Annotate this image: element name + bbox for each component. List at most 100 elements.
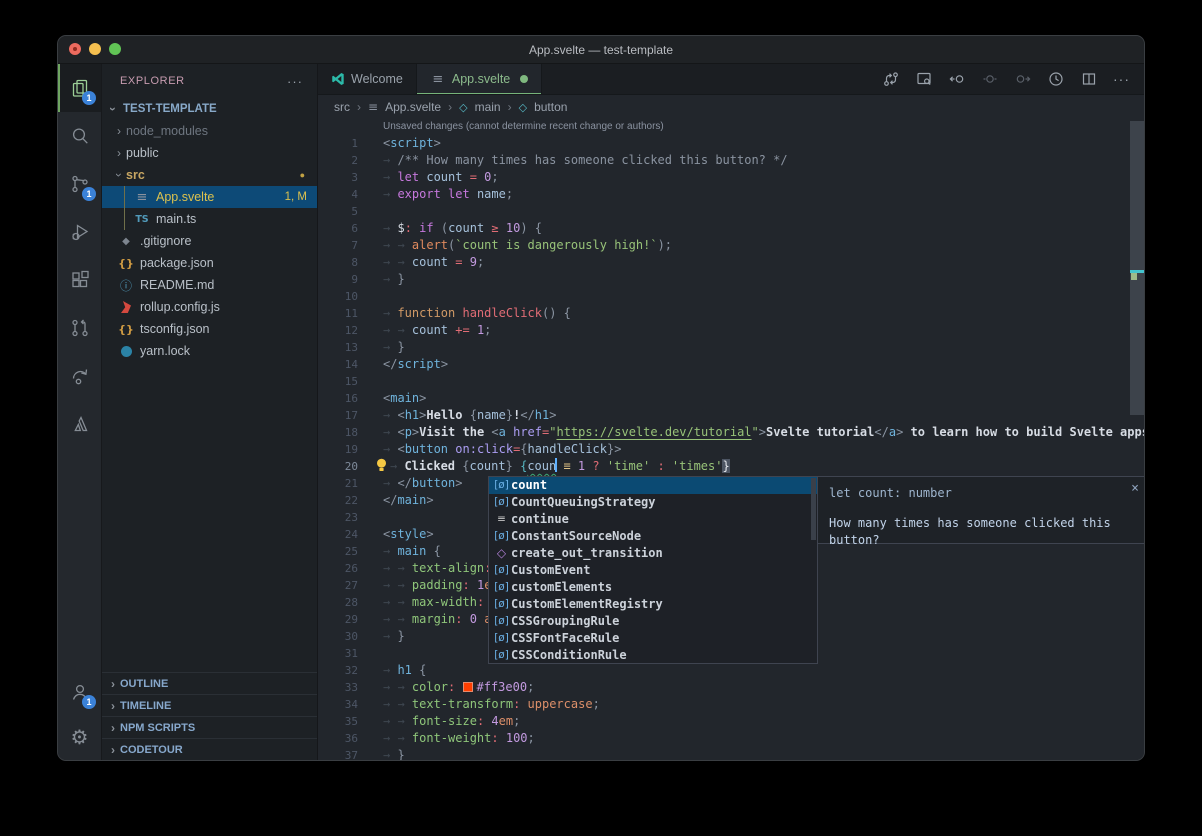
code-line-1[interactable]: 1<script>	[318, 135, 1144, 152]
suggest-item-CSSConditionRule[interactable]: [ø]CSSConditionRule	[489, 647, 817, 664]
breadcrumb-separator: ›	[508, 100, 512, 114]
next-change-icon[interactable]	[1014, 70, 1032, 88]
run-debug-icon[interactable]	[58, 208, 101, 256]
azure-icon[interactable]	[58, 400, 101, 448]
breadcrumb-item-button[interactable]: button	[534, 100, 567, 114]
code-line-7[interactable]: 7→ → alert(`count is dangerously high!`)…	[318, 237, 1144, 254]
suggest-item-CSSFontFaceRule[interactable]: [ø]CSSFontFaceRule	[489, 630, 817, 647]
tree-item-src[interactable]: ›src●	[102, 164, 317, 186]
breadcrumb-item-App.svelte[interactable]: App.svelte	[385, 100, 441, 114]
color-swatch[interactable]	[463, 682, 473, 692]
code-line-10[interactable]: 10	[318, 288, 1144, 305]
code-line-5[interactable]: 5	[318, 203, 1144, 220]
suggest-item-continue[interactable]: ≡continue	[489, 511, 817, 528]
explorer-icon[interactable]: 1	[58, 64, 101, 112]
line-content: → → max-width: 2	[358, 594, 499, 611]
code-line-18[interactable]: 18→ <p>Visit the <a href="https://svelte…	[318, 424, 1144, 441]
codelens-annotation[interactable]: Unsaved changes (cannot determine recent…	[318, 119, 1144, 135]
code-line-12[interactable]: 12→ → count += 1;	[318, 322, 1144, 339]
code-line-35[interactable]: 35→ → font-size: 4em;	[318, 713, 1144, 730]
code-line-2[interactable]: 2→ /** How many times has someone clicke…	[318, 152, 1144, 169]
tree-item-public[interactable]: ›public	[102, 142, 317, 164]
compare-changes-icon[interactable]	[882, 70, 900, 88]
code-line-19[interactable]: 19→ <button on:click={handleClick}>	[318, 441, 1144, 458]
tree-item-node_modules[interactable]: ›node_modules	[102, 120, 317, 142]
tree-item-README.md[interactable]: ⓘREADME.md	[102, 274, 317, 296]
tree-item-App.svelte[interactable]: ≡App.svelte1, M	[102, 186, 317, 208]
current-change-icon[interactable]	[981, 70, 999, 88]
code-line-9[interactable]: 9→ }	[318, 271, 1144, 288]
tree-item-tsconfig.json[interactable]: {}tsconfig.json	[102, 318, 317, 340]
suggest-item-CountQueuingStrategy[interactable]: [ø]CountQueuingStrategy	[489, 494, 817, 511]
github-pr-icon[interactable]	[58, 304, 101, 352]
suggest-item-create_out_transition[interactable]: ◇create_out_transition	[489, 545, 817, 562]
suggest-widget: [ø]count[ø]CountQueuingStrategy≡continue…	[488, 476, 818, 664]
accounts-icon[interactable]: 1	[58, 668, 101, 716]
minimize-window-button[interactable]	[89, 43, 101, 55]
file-history-icon[interactable]	[1047, 70, 1065, 88]
code-line-4[interactable]: 4→ export let name;	[318, 186, 1144, 203]
code-line-16[interactable]: 16<main>	[318, 390, 1144, 407]
lightbulb-icon[interactable]	[375, 458, 390, 472]
tree-item-label: main.ts	[156, 212, 196, 226]
code-line-14[interactable]: 14</script>	[318, 356, 1144, 373]
code-line-33[interactable]: 33→ → color: #ff3e00;	[318, 679, 1144, 696]
line-number: 15	[318, 373, 358, 390]
code-line-32[interactable]: 32→ h1 {	[318, 662, 1144, 679]
suggest-item-CustomElementRegistry[interactable]: [ø]CustomElementRegistry	[489, 596, 817, 613]
search-icon[interactable]	[58, 112, 101, 160]
previous-change-icon[interactable]	[948, 70, 966, 88]
suggest-item-ConstantSourceNode[interactable]: [ø]ConstantSourceNode	[489, 528, 817, 545]
line-content: <style>	[358, 526, 434, 543]
code-line-34[interactable]: 34→ → text-transform: uppercase;	[318, 696, 1144, 713]
suggest-item-CSSGroupingRule[interactable]: [ø]CSSGroupingRule	[489, 613, 817, 630]
breadcrumb-item-src[interactable]: src	[334, 100, 350, 114]
code-line-20[interactable]: 20→ Clicked {count} {coun ≡ 1 ? 'time' :…	[318, 458, 1144, 475]
suggest-item-CustomEvent[interactable]: [ø]CustomEvent	[489, 562, 817, 579]
panel-codetour[interactable]: ›CODETOUR	[102, 738, 317, 760]
code-line-37[interactable]: 37→ }	[318, 747, 1144, 761]
project-root-row[interactable]: › TEST-TEMPLATE	[102, 98, 317, 120]
close-icon[interactable]: ×	[1131, 482, 1139, 495]
braces-file-icon: {}	[118, 257, 134, 270]
close-window-button[interactable]	[69, 43, 81, 55]
tree-item-label: .gitignore	[140, 234, 191, 248]
settings-gear-icon[interactable]: ⚙	[58, 716, 101, 760]
suggest-scrollbar[interactable]	[811, 478, 816, 540]
code-line-6[interactable]: 6→ $: if (count ≥ 10) {	[318, 220, 1144, 237]
code-line-11[interactable]: 11→ function handleClick() {	[318, 305, 1144, 322]
code-line-15[interactable]: 15	[318, 373, 1144, 390]
code-line-8[interactable]: 8→ → count = 9;	[318, 254, 1144, 271]
tree-item-yarn.lock[interactable]: yarn.lock	[102, 340, 317, 362]
tree-item-package.json[interactable]: {}package.json	[102, 252, 317, 274]
more-actions-icon[interactable]: ···	[1113, 71, 1130, 87]
panel-npm-scripts[interactable]: ›NPM SCRIPTS	[102, 716, 317, 738]
code-line-17[interactable]: 17→ <h1>Hello {name}!</h1>	[318, 407, 1144, 424]
line-content: <main>	[358, 390, 426, 407]
tree-item-rollup.config.js[interactable]: rollup.config.js	[102, 296, 317, 318]
line-content: → → margin: 0 au	[358, 611, 499, 628]
live-share-icon[interactable]	[58, 352, 101, 400]
tree-item-.gitignore[interactable]: ◆.gitignore	[102, 230, 317, 252]
line-number: 27	[318, 577, 358, 594]
source-control-icon[interactable]: 1	[58, 160, 101, 208]
suggest-item-count[interactable]: [ø]count	[489, 477, 817, 494]
code-line-13[interactable]: 13→ }	[318, 339, 1144, 356]
extensions-icon[interactable]	[58, 256, 101, 304]
tree-item-main.ts[interactable]: TSmain.ts	[102, 208, 317, 230]
editor-scrollbar[interactable]	[1130, 121, 1144, 415]
code-line-36[interactable]: 36→ → font-weight: 100;	[318, 730, 1144, 747]
breadcrumb-item-main[interactable]: main	[475, 100, 501, 114]
panel-timeline[interactable]: ›TIMELINE	[102, 694, 317, 716]
split-editor-icon[interactable]	[1080, 70, 1098, 88]
open-preview-icon[interactable]	[915, 70, 933, 88]
panel-outline[interactable]: ›OUTLINE	[102, 672, 317, 694]
tab-app-svelte[interactable]: ≡ App.svelte	[417, 64, 542, 94]
suggest-item-customElements[interactable]: [ø]customElements	[489, 579, 817, 596]
unsaved-dot-icon[interactable]	[520, 75, 528, 83]
tab-welcome[interactable]: Welcome	[318, 64, 417, 94]
zoom-window-button[interactable]	[109, 43, 121, 55]
code-editor[interactable]: Unsaved changes (cannot determine recent…	[318, 119, 1144, 760]
explorer-more-actions-icon[interactable]: ···	[287, 74, 303, 89]
code-line-3[interactable]: 3→ let count = 0;	[318, 169, 1144, 186]
